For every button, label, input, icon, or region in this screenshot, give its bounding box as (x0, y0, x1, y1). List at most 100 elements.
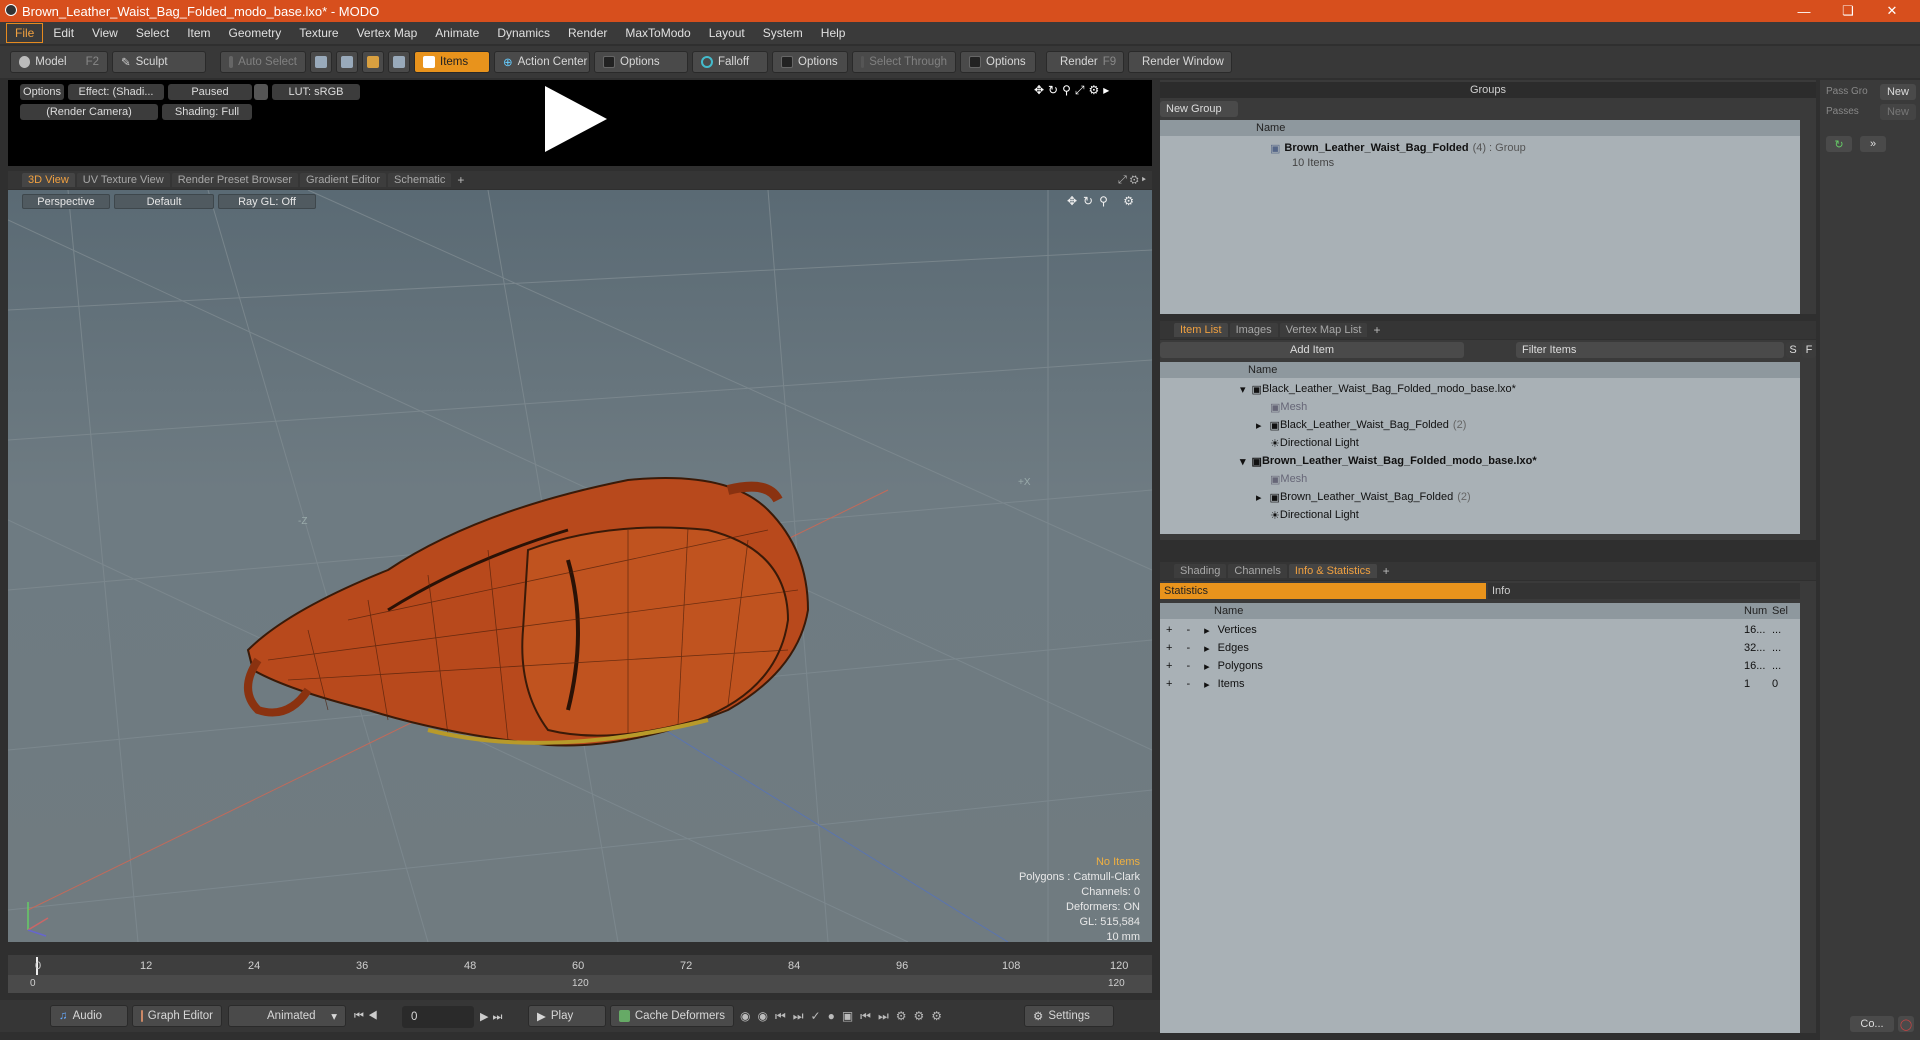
camera-dropdown[interactable]: (Render Camera) (20, 104, 158, 120)
menu-maxtomodo[interactable]: MaxToModo (617, 24, 698, 42)
statistics-tab[interactable]: Statistics (1160, 583, 1486, 599)
close-button[interactable]: ✕ (1870, 0, 1914, 22)
add-tab-icon[interactable]: + (1369, 323, 1384, 337)
new-group-button[interactable]: New Group (1160, 101, 1238, 117)
preview-nav-icons[interactable]: ✥↻⚲⤢⚙▸ (1034, 83, 1113, 98)
viewport-nav-icons[interactable]: ✥↻⚲ ⚙ (1067, 194, 1140, 208)
new-pass-group-button[interactable]: New (1880, 84, 1916, 100)
play-preview-icon[interactable] (545, 86, 607, 152)
tab-gradient-editor[interactable]: Gradient Editor (300, 173, 386, 187)
f-button[interactable]: F (1802, 342, 1816, 358)
tab-item-list[interactable]: Item List (1174, 323, 1228, 337)
tab-vertex-map-list[interactable]: Vertex Map List (1279, 323, 1368, 337)
info-tab[interactable]: Info (1488, 583, 1800, 599)
action-center-options-button[interactable]: Options (594, 51, 688, 73)
select-edges-button[interactable] (336, 51, 358, 73)
list-item[interactable]: ▣ Mesh (1270, 398, 1307, 416)
settings-button[interactable]: ⚙ Settings (1024, 1005, 1114, 1027)
viewport-3d[interactable]: Perspective Default Ray GL: Off ✥↻⚲ ⚙ -Z… (8, 190, 1152, 942)
sculpt-button[interactable]: ✎ Sculpt (112, 51, 206, 73)
lut-dropdown[interactable]: LUT: sRGB (272, 84, 360, 100)
s-button[interactable]: S (1786, 342, 1800, 358)
expand-chevron-icon[interactable]: » (1860, 136, 1886, 152)
ray-gl-dropdown[interactable]: Ray GL: Off (218, 194, 316, 209)
co-button[interactable]: Co... (1850, 1016, 1894, 1032)
render-window-button[interactable]: Render Window (1128, 51, 1232, 73)
list-item[interactable]: ☀ Directional Light (1270, 506, 1359, 524)
list-item[interactable]: ▾ ▣ Brown_Leather_Waist_Bag_Folded_modo_ba… (1240, 452, 1537, 470)
tab-schematic[interactable]: Schematic (388, 173, 452, 187)
default-style-dropdown[interactable]: Default (114, 194, 214, 209)
effect-dropdown[interactable]: Effect: (Shadi... (68, 84, 164, 100)
refresh-icon[interactable]: ↻ (1826, 136, 1852, 152)
play-button[interactable]: ▶ Play (528, 1005, 606, 1027)
select-through-button[interactable]: Select Through (852, 51, 956, 73)
menu-dynamics[interactable]: Dynamics (489, 24, 558, 42)
skip-back-icons[interactable]: ⏮◀ (354, 1010, 382, 1023)
menu-system[interactable]: System (755, 24, 811, 42)
table-row[interactable]: + - ▸ Items 1 0 (1166, 675, 1796, 693)
select-vertices-button[interactable] (310, 51, 332, 73)
menu-file[interactable]: File (6, 23, 44, 43)
frame-input[interactable]: 0 (402, 1006, 474, 1028)
tab-3d-view[interactable]: 3D View (22, 173, 75, 187)
list-item[interactable]: ▾ ▣ Black_Leather_Waist_Bag_Folded_modo_ba… (1240, 380, 1516, 398)
graph-editor-button[interactable]: Graph Editor (132, 1005, 222, 1027)
menu-edit[interactable]: Edit (45, 24, 82, 42)
add-tab-icon[interactable]: + (453, 173, 468, 187)
menu-select[interactable]: Select (128, 24, 177, 42)
table-row[interactable]: + - ▸ Polygons 16...... (1166, 657, 1796, 675)
lock-icon[interactable] (254, 84, 268, 100)
step-forward-icons[interactable]: ▶⏭ (480, 1010, 506, 1024)
falloff-options-button[interactable]: Options (772, 51, 848, 73)
render-button[interactable]: Render F9 (1046, 51, 1124, 73)
groups-name-col: Name (1256, 122, 1286, 134)
preview-options-button[interactable]: Options (20, 84, 64, 100)
add-tab-icon[interactable]: + (1379, 564, 1394, 578)
tab-info-statistics[interactable]: Info & Statistics (1288, 564, 1377, 578)
new-pass-button[interactable]: New (1880, 104, 1916, 120)
model-button[interactable]: Model F2 (10, 51, 108, 73)
panel-maximize-icon[interactable]: ⤢ ⚙ ▸ (1118, 174, 1146, 187)
timeline[interactable]: 0 12 24 36 48 60 72 84 96 108 120 0 120 … (8, 955, 1152, 993)
menu-texture[interactable]: Texture (291, 24, 346, 42)
select-through-options-button[interactable]: Options (960, 51, 1036, 73)
minimize-button[interactable]: — (1782, 0, 1826, 22)
menu-animate[interactable]: Animate (427, 24, 487, 42)
falloff-button[interactable]: Falloff (692, 51, 768, 73)
tab-render-preset-browser[interactable]: Render Preset Browser (171, 173, 299, 187)
menu-view[interactable]: View (84, 24, 126, 42)
record-icon[interactable]: ◯ (1898, 1016, 1914, 1032)
list-item[interactable]: ▸ ▣ Brown_Leather_Waist_Bag_Folded (2) (1256, 488, 1471, 506)
audio-button[interactable]: ♫ Audio (50, 1005, 128, 1027)
menu-layout[interactable]: Layout (701, 24, 753, 42)
auto-select-button[interactable]: Auto Select (220, 51, 306, 73)
tab-channels[interactable]: Channels (1228, 564, 1287, 578)
tab-shading[interactable]: Shading (1174, 564, 1227, 578)
table-row[interactable]: + - ▸ Vertices 16...... (1166, 621, 1796, 639)
select-materials-button[interactable] (388, 51, 410, 73)
menu-item[interactable]: Item (179, 24, 218, 42)
filter-items-input[interactable]: Filter Items (1516, 342, 1784, 358)
key-tool-icons[interactable]: ◉◉⏮⏭✓●▣⏮⏭⚙⚙⚙ (740, 1009, 949, 1024)
menu-render[interactable]: Render (560, 24, 615, 42)
items-mode-button[interactable]: Items (414, 51, 490, 73)
paused-button[interactable]: Paused (168, 84, 252, 100)
restore-button[interactable]: ❏ (1826, 0, 1870, 22)
table-row[interactable]: + - ▸ Edges 32...... (1166, 639, 1796, 657)
action-center-button[interactable]: ⊕ Action Center (494, 51, 590, 73)
menu-help[interactable]: Help (813, 24, 854, 42)
menu-vertex-map[interactable]: Vertex Map (349, 24, 426, 42)
add-item-dropdown[interactable]: Add Item (1160, 342, 1464, 358)
menu-geometry[interactable]: Geometry (221, 24, 290, 42)
select-polygons-button[interactable] (362, 51, 384, 73)
animated-dropdown[interactable]: Animated ▾ (228, 1005, 346, 1027)
list-item[interactable]: ▸ ▣ Black_Leather_Waist_Bag_Folded (2) (1256, 416, 1466, 434)
tab-images[interactable]: Images (1229, 323, 1278, 337)
tab-uv-texture-view[interactable]: UV Texture View (76, 173, 170, 187)
cache-deformers-button[interactable]: Cache Deformers (610, 1005, 734, 1027)
list-item[interactable]: ▣ Mesh (1270, 470, 1307, 488)
shading-dropdown[interactable]: Shading: Full (162, 104, 252, 120)
perspective-dropdown[interactable]: Perspective (22, 194, 110, 209)
list-item[interactable]: ☀ Directional Light (1270, 434, 1359, 452)
